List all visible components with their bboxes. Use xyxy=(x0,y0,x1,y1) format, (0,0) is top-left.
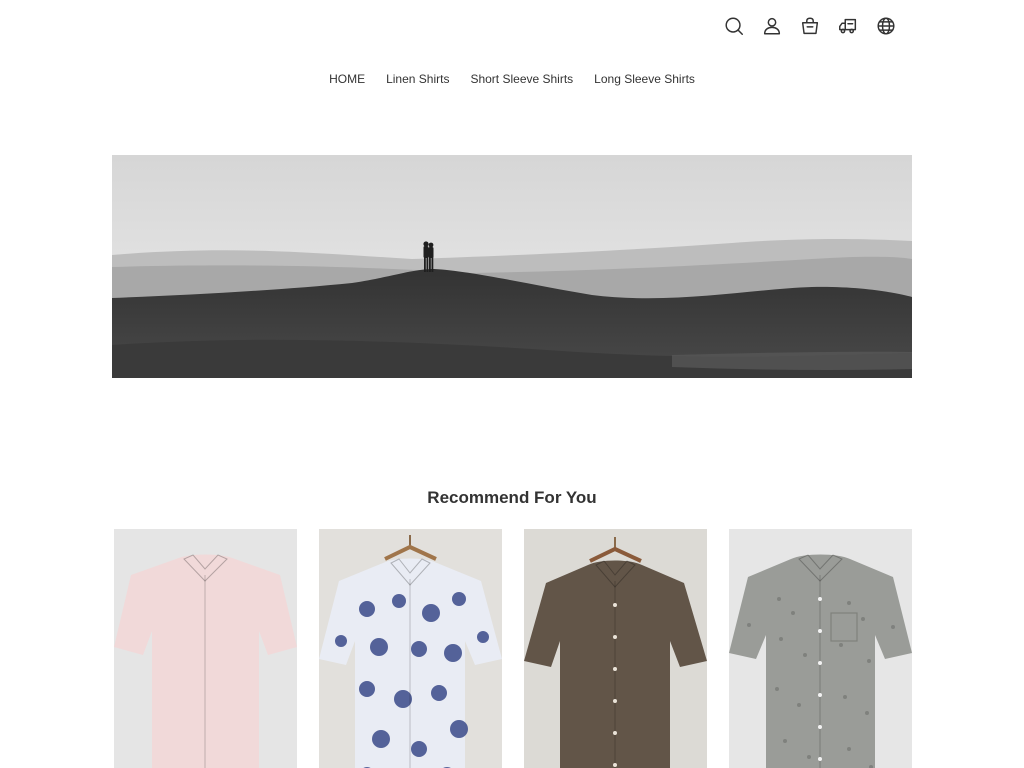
product-card[interactable] xyxy=(114,529,297,768)
search-icon[interactable] xyxy=(722,14,746,38)
pink-short-sleeve-shirt-image xyxy=(114,529,297,768)
navy-paisley-short-sleeve-shirt-image xyxy=(319,529,502,768)
product-card[interactable] xyxy=(524,529,707,768)
brown-short-sleeve-shirt-image xyxy=(524,529,707,768)
main-nav: HOME Linen Shirts Short Sleeve Shirts Lo… xyxy=(0,72,1024,86)
nav-long-sleeve-shirts[interactable]: Long Sleeve Shirts xyxy=(594,72,695,86)
nav-linen-shirts[interactable]: Linen Shirts xyxy=(386,72,449,86)
nav-home[interactable]: HOME xyxy=(329,72,365,86)
recommend-title: Recommend For You xyxy=(427,488,597,507)
grey-print-short-sleeve-shirt-image xyxy=(729,529,912,768)
product-card[interactable] xyxy=(319,529,502,768)
hero-banner[interactable] xyxy=(112,155,912,378)
shipping-truck-icon[interactable] xyxy=(836,14,860,38)
nav-short-sleeve-shirts[interactable]: Short Sleeve Shirts xyxy=(470,72,573,86)
account-icon[interactable] xyxy=(760,14,784,38)
header-icon-bar xyxy=(722,14,898,38)
product-grid xyxy=(114,529,912,768)
cart-icon[interactable] xyxy=(798,14,822,38)
hero-image xyxy=(112,155,912,378)
product-card[interactable] xyxy=(729,529,912,768)
globe-icon[interactable] xyxy=(874,14,898,38)
